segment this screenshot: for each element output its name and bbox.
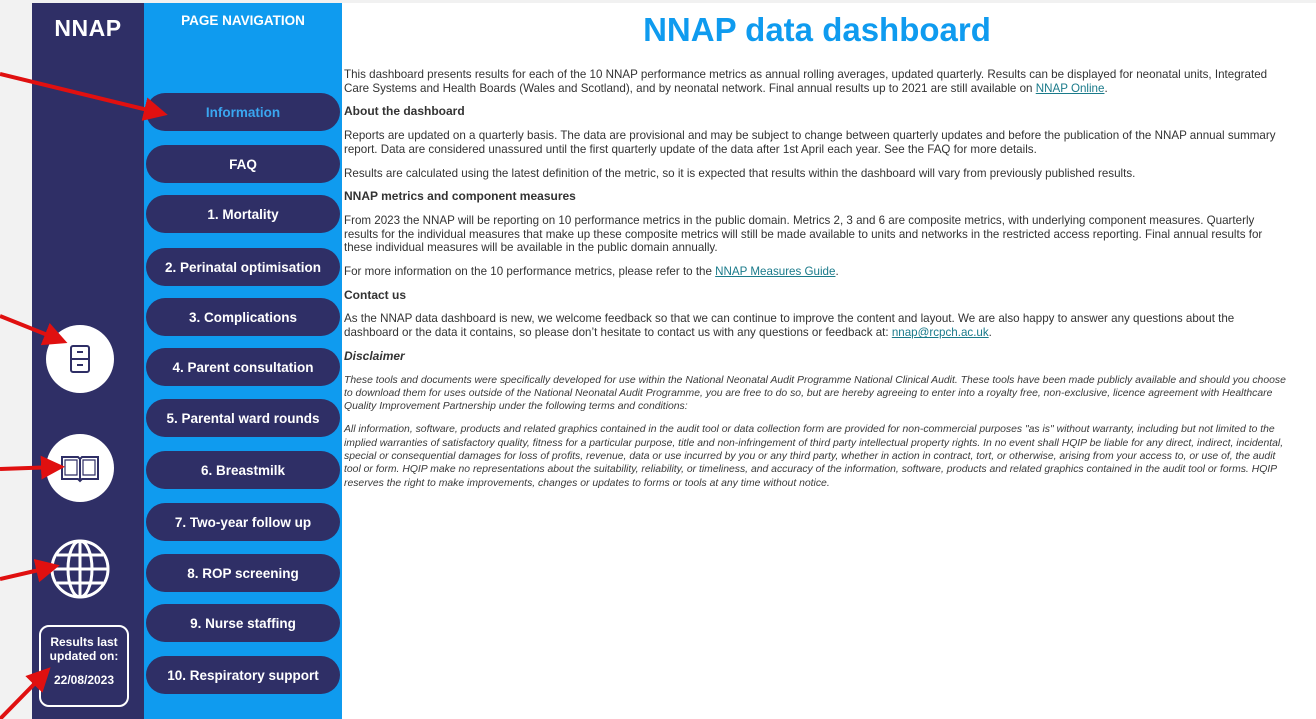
- nav-item-perinatal-optimisation[interactable]: 2. Perinatal optimisation: [146, 248, 340, 286]
- disclaimer-paragraph-1: These tools and documents were specifica…: [344, 374, 1286, 413]
- main-content: NNAP data dashboard This dashboard prese…: [344, 10, 1290, 500]
- nav-item-complications[interactable]: 3. Complications: [146, 298, 340, 336]
- disclaimer-paragraph-2: All information, software, products and …: [344, 424, 1284, 489]
- contact-paragraph: As the NNAP data dashboard is new, we we…: [344, 312, 1235, 340]
- disclaimer-heading: Disclaimer: [344, 348, 405, 363]
- nav-item-two-year-follow-up[interactable]: 7. Two-year follow up: [146, 503, 340, 541]
- results-date: 22/08/2023: [53, 673, 115, 687]
- nav-item-parent-consultation[interactable]: 4. Parent consultation: [146, 348, 340, 386]
- nnap-online-link[interactable]: NNAP Online: [1036, 82, 1105, 95]
- nav-item-rop-screening[interactable]: 8. ROP screening: [146, 554, 340, 592]
- page-title: NNAP data dashboard: [643, 11, 991, 48]
- results-label-line1: Results last: [50, 635, 118, 649]
- brand-column: NNAP Results last updated on: 22/08/2023: [32, 3, 144, 719]
- metrics-heading: NNAP metrics and component measures: [344, 189, 576, 204]
- nav-item-respiratory-support[interactable]: 10. Respiratory support: [146, 656, 340, 694]
- globe-icon[interactable]: [46, 535, 114, 603]
- brand-logo: NNAP: [54, 15, 122, 41]
- nav-item-faq[interactable]: FAQ: [146, 145, 340, 183]
- document-icon[interactable]: [46, 325, 114, 393]
- metrics-paragraph-2: For more information on the 10 performan…: [344, 265, 839, 279]
- nav-item-nurse-staffing[interactable]: 9. Nurse staffing: [146, 604, 340, 642]
- about-paragraph-2: Results are calculated using the latest …: [344, 166, 1136, 180]
- nav-title: PAGE NAVIGATION: [181, 13, 305, 28]
- about-paragraph-1: Reports are updated on a quarterly basis…: [344, 129, 1276, 156]
- measures-guide-link[interactable]: NNAP Measures Guide: [715, 265, 835, 278]
- nav-item-information[interactable]: Information: [146, 93, 340, 131]
- left-margin: [0, 0, 32, 719]
- nav-item-parental-ward-rounds[interactable]: 5. Parental ward rounds: [146, 399, 340, 437]
- about-heading: About the dashboard: [344, 104, 465, 119]
- results-label-line2: updated on:: [49, 649, 119, 663]
- contact-email-link[interactable]: nnap@rcpch.ac.uk: [892, 326, 989, 339]
- book-icon[interactable]: [46, 434, 114, 502]
- nav-item-breastmilk[interactable]: 6. Breastmilk: [146, 451, 340, 489]
- nav-item-mortality[interactable]: 1. Mortality: [146, 195, 340, 233]
- contact-heading: Contact us: [344, 287, 407, 302]
- intro-paragraph: This dashboard presents results for each…: [344, 68, 1268, 95]
- results-updated-box: Results last updated on: 22/08/2023: [39, 625, 129, 707]
- page-navigation: PAGE NAVIGATION Information FAQ 1. Morta…: [144, 3, 342, 719]
- metrics-paragraph-1: From 2023 the NNAP will be reporting on …: [344, 213, 1263, 255]
